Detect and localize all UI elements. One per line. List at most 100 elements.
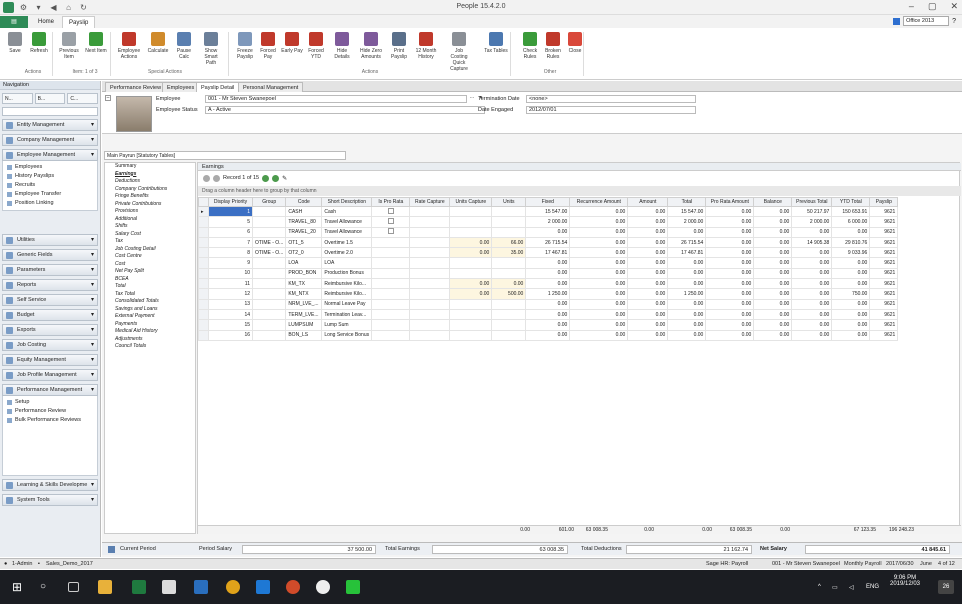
cell-units[interactable] [491, 298, 527, 310]
nav-group-parameters[interactable]: Parameters [2, 264, 98, 276]
cell-is-pro-rata[interactable] [371, 216, 411, 228]
cell-is-pro-rata[interactable] [371, 247, 411, 259]
windows-start-icon[interactable]: ⊞ [12, 580, 26, 594]
cell-units-capture[interactable] [449, 298, 493, 310]
cell-balance[interactable]: 0.00 [753, 288, 793, 300]
cell-rate-capture[interactable] [409, 205, 451, 218]
cell-display-priority[interactable]: 8 [208, 247, 253, 259]
cell-payslip[interactable]: 9621 [869, 319, 899, 331]
network-icon[interactable]: ▭ [832, 584, 838, 591]
cell-ytd-total[interactable]: 150 653.91 [831, 205, 871, 218]
cell-code[interactable]: TRAVEL_20 [285, 226, 323, 238]
task-view-icon[interactable] [68, 582, 79, 592]
cell-recurrence-amount[interactable]: 0.00 [569, 298, 629, 310]
next-record-icon[interactable] [262, 174, 270, 182]
cell-balance[interactable]: 0.00 [753, 308, 793, 321]
termination-date-field[interactable]: <none> [526, 95, 696, 103]
cell-fixed[interactable]: 0.00 [525, 329, 571, 341]
summary-item-summary[interactable]: Summary [105, 163, 195, 171]
summary-item-cost-centre[interactable]: Cost Centre [105, 253, 195, 261]
cell-pro-rata-amount[interactable]: 0.00 [705, 236, 755, 249]
edit-icon[interactable]: ✎ [282, 175, 287, 182]
cell-payslip[interactable]: 9621 [869, 205, 899, 218]
summary-item-shifts[interactable]: Shifts [105, 223, 195, 231]
freeze-payslip-button[interactable]: Freeze Payslip [233, 32, 257, 60]
cell-is-pro-rata[interactable] [371, 267, 411, 280]
cell-amount[interactable]: 0.00 [627, 278, 669, 290]
media-player-icon[interactable] [316, 580, 330, 594]
column-header-units[interactable]: Units [491, 197, 527, 207]
summary-item-savings-and-loans[interactable]: Savings and Loans [105, 306, 195, 314]
summary-item-company-contributions[interactable]: Company Contributions [105, 186, 195, 194]
cell-balance[interactable]: 0.00 [753, 278, 793, 290]
forced-ytd-button[interactable]: Forced YTD [304, 32, 328, 60]
cell-recurrence-amount[interactable]: 0.00 [569, 216, 629, 228]
cell-ytd-total[interactable]: 0.00 [831, 319, 871, 331]
tab-employees[interactable]: Employees [162, 82, 200, 92]
cell-rate-capture[interactable] [409, 308, 451, 321]
cell-group[interactable] [251, 216, 287, 228]
cell-group[interactable]: OTIME - O... [251, 236, 287, 249]
cell-fixed[interactable]: 0.00 [525, 226, 571, 238]
summary-item-payments[interactable]: Payments [105, 321, 195, 329]
forced-pay-button[interactable]: Forced Pay [256, 32, 280, 60]
powerpoint-icon[interactable] [286, 580, 300, 594]
cell-total[interactable]: 0.00 [667, 226, 707, 238]
row-selector[interactable] [198, 247, 209, 259]
column-header-units-capture[interactable]: Units Capture [449, 197, 493, 207]
cell-fixed[interactable]: 0.00 [525, 308, 571, 321]
cell-units[interactable] [491, 205, 527, 218]
cell-payslip[interactable]: 9621 [869, 278, 899, 290]
cell-units[interactable]: 500.00 [491, 288, 527, 300]
cell-code[interactable]: LUMPSUM [285, 319, 323, 331]
table-row[interactable]: 8 OTIME - O... OT2_0 Overtime 2.0 0.00 35.00 1… [198, 247, 899, 259]
cell-ytd-total[interactable]: 0.00 [831, 257, 871, 269]
row-selector[interactable] [198, 226, 209, 238]
summary-item-salary-cost[interactable]: Salary Cost [105, 231, 195, 239]
cell-display-priority[interactable]: 5 [208, 216, 253, 228]
cell-recurrence-amount[interactable]: 0.00 [569, 267, 629, 280]
cell-group[interactable] [251, 278, 287, 290]
nav-group-job-costing[interactable]: Job Costing [2, 339, 98, 351]
language-indicator[interactable]: ENG [866, 584, 879, 590]
outlook-icon[interactable] [194, 580, 208, 594]
cell-total[interactable]: 1 250.00 [667, 288, 707, 300]
summary-item-adjustments[interactable]: Adjustments [105, 336, 195, 344]
previous-item-button[interactable]: Previous Item [57, 32, 81, 60]
cell-units[interactable] [491, 226, 527, 238]
summary-item-tax[interactable]: Tax [105, 238, 195, 246]
tab-file[interactable]: ▤ [0, 16, 28, 28]
cell-ytd-total[interactable]: 0.00 [831, 278, 871, 290]
cell-fixed[interactable]: 2 000.00 [525, 216, 571, 228]
cell-units[interactable] [491, 329, 527, 341]
cell-units-capture[interactable] [449, 257, 493, 269]
cell-rate-capture[interactable] [409, 319, 451, 331]
cell-recurrence-amount[interactable]: 0.00 [569, 236, 629, 249]
cell-recurrence-amount[interactable]: 0.00 [569, 319, 629, 331]
nav-item-recruits[interactable]: Recruits [3, 181, 97, 190]
cell-is-pro-rata[interactable] [371, 329, 411, 341]
cell-pro-rata-amount[interactable]: 0.00 [705, 288, 755, 300]
nav-group-job-profile-management[interactable]: Job Profile Management [2, 369, 98, 381]
cell-total[interactable]: 26 715.54 [667, 236, 707, 249]
column-header-ytd-total[interactable]: YTD Total [831, 197, 871, 207]
summary-item-provisions[interactable]: Provisions [105, 208, 195, 216]
nav-item-setup[interactable]: Setup [3, 398, 97, 407]
cell-code[interactable]: TRAVEL_80 [285, 216, 323, 228]
cell-rate-capture[interactable] [409, 226, 451, 238]
cell-fixed[interactable]: 15 547.00 [525, 205, 571, 218]
employee-lookup-icon[interactable]: ··· [468, 95, 476, 103]
cell-payslip[interactable]: 9621 [869, 247, 899, 259]
cell-balance[interactable]: 0.00 [753, 236, 793, 249]
cell-units-capture[interactable] [449, 308, 493, 321]
job-costing-quick-capture-button[interactable]: Job Costing Quick Capture [447, 32, 471, 72]
collapse-icon[interactable]: – [105, 95, 111, 101]
cell-previous-total[interactable]: 0.00 [791, 308, 833, 321]
column-header-amount[interactable]: Amount [627, 197, 669, 207]
cell-units-capture[interactable] [449, 216, 493, 228]
cell-short-description[interactable]: Travel Allowance [321, 216, 373, 228]
cell-short-description[interactable]: Cash [321, 205, 373, 218]
cell-balance[interactable]: 0.00 [753, 329, 793, 341]
cell-payslip[interactable]: 9621 [869, 257, 899, 269]
cell-display-priority[interactable]: 16 [208, 329, 253, 341]
